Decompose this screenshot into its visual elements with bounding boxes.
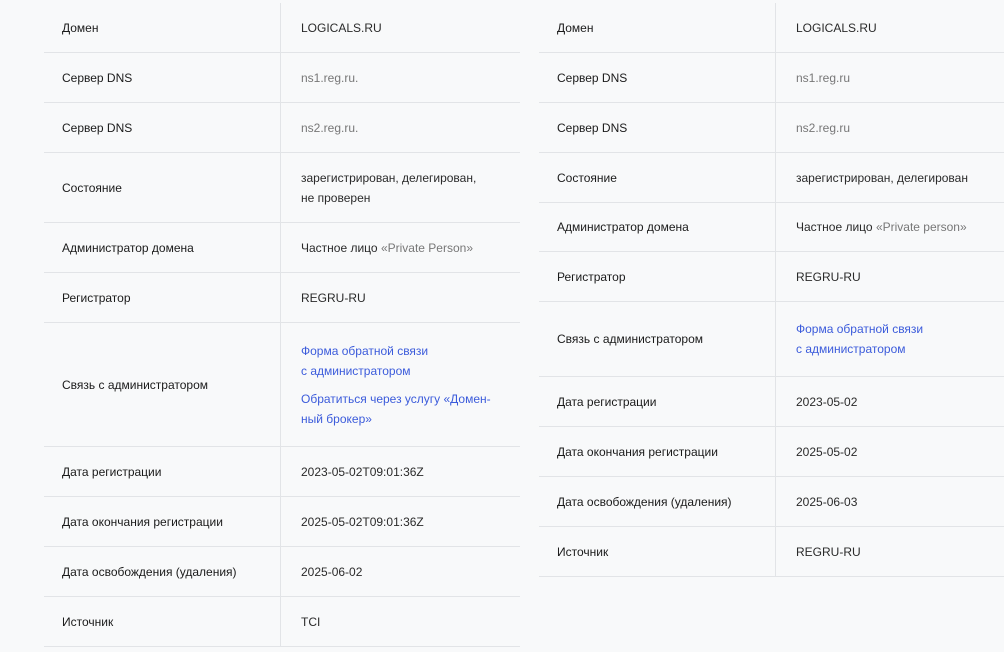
dns2-value: ns2.reg.ru. xyxy=(301,120,359,135)
reg-date-value: 2023-05-02T09:01:36Z xyxy=(301,464,424,479)
table-row-reg-date: Дата регистрации 2023-05-02T09:01:36Z xyxy=(44,447,520,497)
table-row-registrar: Регистратор REGRU-RU xyxy=(44,273,520,323)
domain-value: LOGICALS.RU xyxy=(301,20,382,35)
free-date-value: 2025-06-03 xyxy=(796,494,858,509)
table-row-registrar: Регистратор REGRU-RU xyxy=(539,252,1004,302)
row-label: Регистратор xyxy=(539,252,776,301)
row-label: Источник xyxy=(44,597,281,646)
contact-value: Форма обратной связи с администратором О… xyxy=(281,323,520,446)
table-row-source: Источник REGRU-RU xyxy=(539,527,1004,577)
row-label: Дата окончания регистрации xyxy=(44,497,281,546)
exp-date-value: 2025-05-02T09:01:36Z xyxy=(301,514,424,529)
row-label: Регистратор xyxy=(44,273,281,322)
row-label: Дата регистрации xyxy=(44,447,281,496)
row-label: Сервер DNS xyxy=(44,103,281,152)
state-value: зарегистрирован, делегирован, не провере… xyxy=(301,170,477,205)
row-label: Администратор домена xyxy=(539,203,776,251)
feedback-form-link[interactable]: Форма обратной связи с администратором xyxy=(301,341,510,381)
table-row-contact: Связь с администратором Форма обратной с… xyxy=(539,302,1004,377)
source-value: REGRU-RU xyxy=(796,544,861,559)
row-label: Состояние xyxy=(44,153,281,222)
table-row-source: Источник TCI xyxy=(44,597,520,647)
dns1-value: ns1.reg.ru xyxy=(796,70,851,85)
table-row-state: Состояние зарегистрирован, делегирован xyxy=(539,153,1004,203)
contact-value: Форма обратной связи с администратором xyxy=(776,302,1004,376)
whois-table-left: Домен LOGICALS.RU Сервер DNS ns1.reg.ru.… xyxy=(44,3,520,647)
table-row-contact: Связь с администратором Форма обратной с… xyxy=(44,323,520,447)
table-row-domain: Домен LOGICALS.RU xyxy=(539,3,1004,53)
free-date-value: 2025-06-02 xyxy=(301,564,363,579)
domain-broker-link[interactable]: Обратиться через услугу «Домен- ный брок… xyxy=(301,389,510,429)
table-row-state: Состояние зарегистрирован, делегирован, … xyxy=(44,153,520,223)
table-row-dns1: Сервер DNS ns1.reg.ru. xyxy=(44,53,520,103)
row-label: Дата освобождения (удаления) xyxy=(44,547,281,596)
registrar-value: REGRU-RU xyxy=(796,269,861,284)
admin-value: Частное лицо «Private person» xyxy=(796,220,967,234)
dns2-value: ns2.reg.ru xyxy=(796,120,851,135)
row-label: Сервер DNS xyxy=(539,53,776,102)
row-label: Администратор домена xyxy=(44,223,281,272)
exp-date-value: 2025-05-02 xyxy=(796,444,858,459)
table-row-exp-date: Дата окончания регистрации 2025-05-02T09… xyxy=(44,497,520,547)
table-row-free-date: Дата освобождения (удаления) 2025-06-02 xyxy=(44,547,520,597)
table-row-dns2: Сервер DNS ns2.reg.ru. xyxy=(44,103,520,153)
registrar-value: REGRU-RU xyxy=(301,290,366,305)
feedback-form-link[interactable]: Форма обратной связи с администратором xyxy=(796,319,994,359)
reg-date-value: 2023-05-02 xyxy=(796,394,858,409)
row-label: Связь с администратором xyxy=(44,323,281,446)
table-row-free-date: Дата освобождения (удаления) 2025-06-03 xyxy=(539,477,1004,527)
table-row-domain: Домен LOGICALS.RU xyxy=(44,3,520,53)
state-value: зарегистрирован, делегирован xyxy=(796,170,968,185)
row-label: Сервер DNS xyxy=(44,53,281,102)
row-label: Сервер DNS xyxy=(539,103,776,152)
table-row-admin: Администратор домена Частное лицо «Priva… xyxy=(539,203,1004,252)
table-row-dns2: Сервер DNS ns2.reg.ru xyxy=(539,103,1004,153)
row-label: Источник xyxy=(539,527,776,576)
row-label: Дата регистрации xyxy=(539,377,776,426)
admin-value: Частное лицо «Private Person» xyxy=(301,240,473,255)
domain-value: LOGICALS.RU xyxy=(796,20,877,35)
row-label: Дата освобождения (удаления) xyxy=(539,477,776,526)
dns1-value: ns1.reg.ru. xyxy=(301,70,359,85)
source-value: TCI xyxy=(301,614,321,629)
row-label: Связь с администратором xyxy=(539,302,776,376)
table-row-exp-date: Дата окончания регистрации 2025-05-02 xyxy=(539,427,1004,477)
row-label: Состояние xyxy=(539,153,776,202)
row-label: Домен xyxy=(539,3,776,52)
whois-table-right: Домен LOGICALS.RU Сервер DNS ns1.reg.ru … xyxy=(539,3,1004,577)
table-row-admin: Администратор домена Частное лицо «Priva… xyxy=(44,223,520,273)
whois-comparison-page: Домен LOGICALS.RU Сервер DNS ns1.reg.ru.… xyxy=(0,0,1004,652)
table-row-dns1: Сервер DNS ns1.reg.ru xyxy=(539,53,1004,103)
table-row-reg-date: Дата регистрации 2023-05-02 xyxy=(539,377,1004,427)
row-label: Дата окончания регистрации xyxy=(539,427,776,476)
row-label: Домен xyxy=(44,3,281,52)
